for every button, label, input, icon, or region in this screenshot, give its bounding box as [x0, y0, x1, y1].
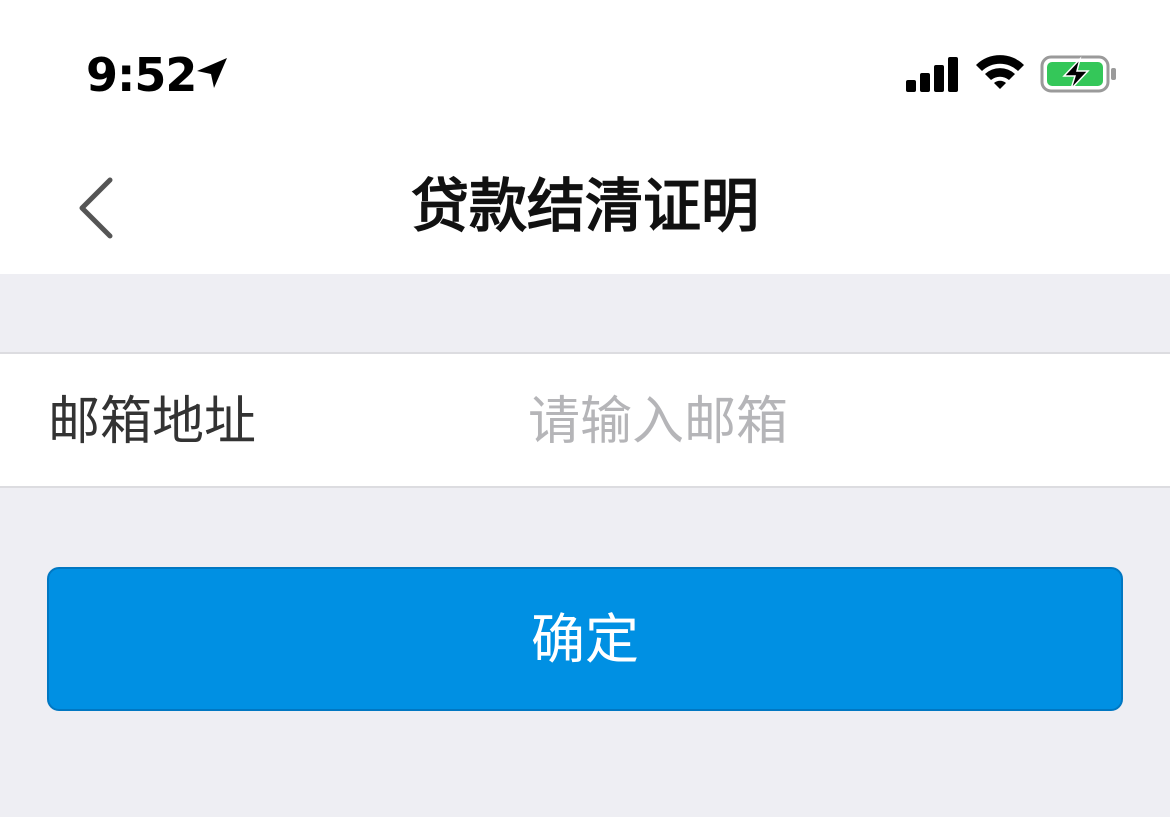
page-title: 贷款结清证明: [410, 172, 759, 240]
status-time: 9:52: [86, 48, 197, 102]
wifi-icon: [976, 55, 1024, 89]
cellular-signal-icon: [906, 57, 958, 92]
email-label: 邮箱地址: [48, 392, 257, 452]
email-input[interactable]: [520, 384, 1128, 460]
status-bar: 9:52: [0, 0, 1170, 140]
location-arrow-icon: [197, 58, 227, 88]
email-form-row: 邮箱地址: [0, 352, 1170, 488]
battery-charging-icon: [1040, 55, 1116, 93]
confirm-button[interactable]: 确定: [47, 567, 1123, 711]
navigation-bar: 贷款结清证明: [0, 140, 1170, 274]
